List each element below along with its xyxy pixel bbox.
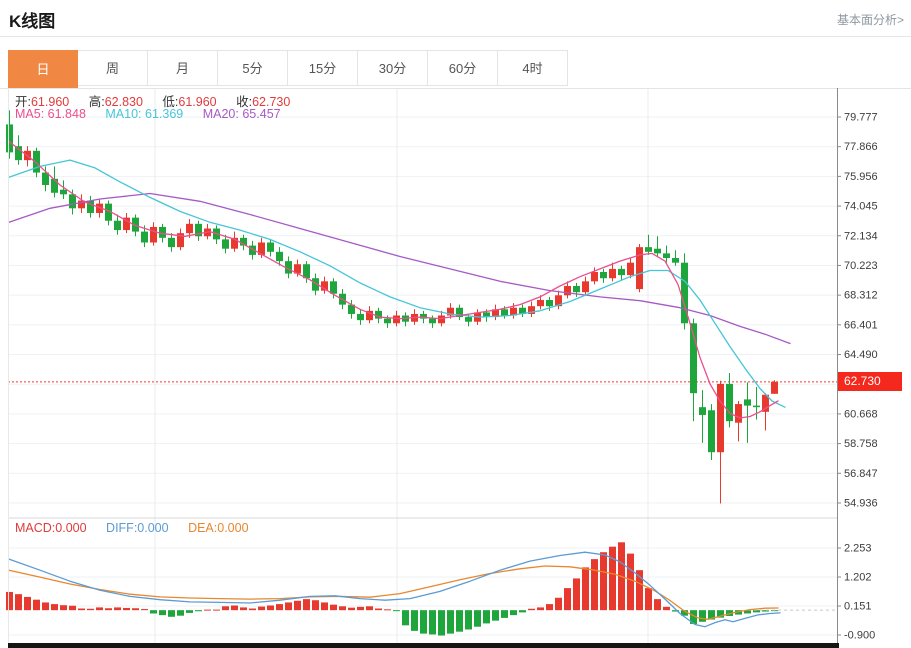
kline-page: K线图 基本面分析> 日 周 月 5分 15分 30分 60分 4时 79.77… (0, 0, 911, 648)
svg-text:64.490: 64.490 (844, 349, 878, 361)
svg-text:60.668: 60.668 (844, 408, 878, 420)
ma5-value: 61.848 (48, 107, 86, 121)
svg-text:-0.900: -0.900 (844, 630, 875, 642)
svg-text:72.134: 72.134 (844, 230, 878, 242)
dea-value: 0.000 (217, 521, 248, 535)
svg-text:1.202: 1.202 (844, 572, 872, 584)
current-price-badge: 62.730 (838, 372, 902, 391)
ma10-label: MA10: (105, 107, 141, 121)
diff-label: DIFF: (106, 521, 137, 535)
ma20-value: 65.457 (242, 107, 280, 121)
svg-text:79.777: 79.777 (844, 112, 878, 124)
dea-label: DEA: (188, 521, 217, 535)
svg-text:77.866: 77.866 (844, 141, 878, 153)
svg-text:70.223: 70.223 (844, 260, 878, 272)
macd-value: 0.000 (55, 521, 86, 535)
svg-text:66.401: 66.401 (844, 319, 878, 331)
macd-info-row: MACD:0.000 DIFF:0.000 DEA:0.000 (15, 521, 265, 535)
svg-text:68.312: 68.312 (844, 290, 878, 302)
svg-text:56.847: 56.847 (844, 468, 878, 480)
ma10-value: 61.369 (145, 107, 183, 121)
svg-text:74.045: 74.045 (844, 201, 878, 213)
svg-text:0.151: 0.151 (844, 601, 872, 613)
ma-info-row: MA5: 61.848 MA10: 61.369 MA20: 65.457 (15, 107, 297, 121)
svg-text:58.758: 58.758 (844, 438, 878, 450)
ma5-label: MA5: (15, 107, 44, 121)
ma20-label: MA20: (203, 107, 239, 121)
svg-text:75.956: 75.956 (844, 171, 878, 183)
svg-text:54.936: 54.936 (844, 497, 878, 509)
svg-text:2.253: 2.253 (844, 543, 872, 555)
macd-label: MACD: (15, 521, 55, 535)
diff-value: 0.000 (137, 521, 168, 535)
